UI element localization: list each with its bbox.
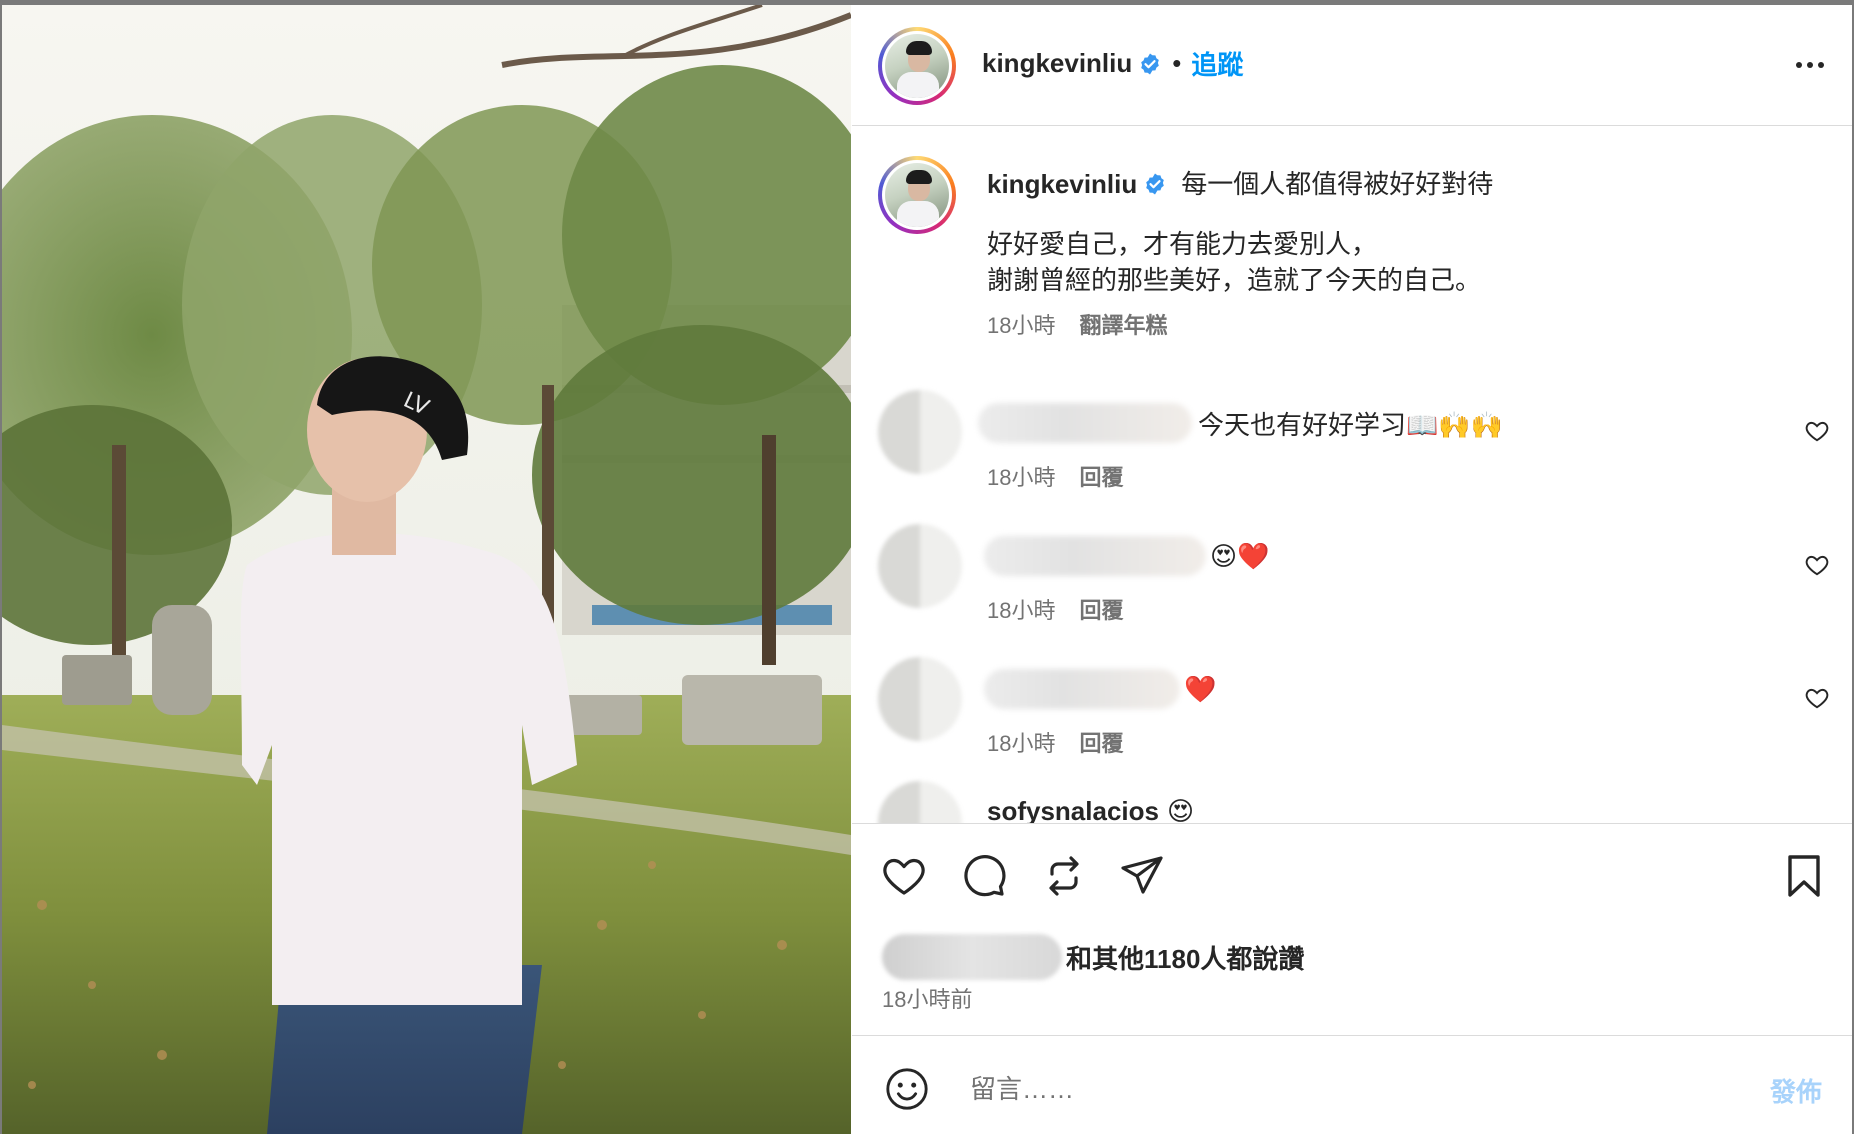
comment-row: 今天也有好好学习📖🙌🙌 [978,403,1503,443]
post-photo[interactable]: LV [2,5,851,1134]
comment-like-heart-icon[interactable] [1804,685,1830,711]
commenter-username-blurred[interactable] [978,403,1192,443]
caption-headline: 每一個人都值得被好好對待 [1181,169,1494,199]
like-heart-icon[interactable] [880,852,928,900]
likes-count-text: 和其他1180人都說讚 [1066,943,1305,974]
caption-time: 18小時 [987,313,1056,338]
post-time: 18小時前 [882,987,973,1012]
repost-icon[interactable] [1040,852,1088,900]
liker-avatars-blurred [882,934,1062,980]
comments-list[interactable]: kingkevinliu 每一個人都值得被好好對待 好好愛自己，才有能力去愛別人… [852,126,1852,823]
commenter-avatar[interactable] [878,657,962,741]
comment-row: ❤️ [984,669,1216,709]
more-options-button[interactable] [1788,45,1832,85]
comment-time: 18小時 [987,598,1056,623]
comment-time: 18小時 [987,731,1056,756]
post-header: kingkevinliu • 追蹤 [852,5,1852,126]
emoji-smiley-icon[interactable] [884,1066,930,1112]
commenter-avatar[interactable] [878,390,962,474]
caption-author-avatar[interactable] [878,156,956,234]
comment-composer: 發佈 [852,1035,1852,1134]
commenter-username-blurred[interactable] [984,669,1180,709]
caption-line-2: 謝謝曾經的那些美好，造就了今天的自己。 [987,265,1482,295]
comment-text: 今天也有好好学习📖🙌🙌 [1198,409,1504,440]
comment-time: 18小時 [987,465,1056,490]
post-actions: 和其他1180人都說讚 18小時前 [852,823,1852,1036]
verified-badge-icon [1146,173,1165,195]
commenter-username-blurred[interactable] [984,536,1206,576]
comment-row: sofysnalacios 😍 [987,796,1194,823]
post-comment-button[interactable]: 發佈 [1770,1072,1822,1109]
comment-row: 😍❤️ [984,536,1269,576]
commenter-avatar[interactable] [878,524,962,608]
commenter-avatar[interactable] [878,781,962,823]
share-send-icon[interactable] [1118,852,1166,900]
verified-badge-icon [1141,53,1160,74]
post-modal: LV kingkevinliu • 追蹤 kingkevinliu 每一個人都值… [2,5,1852,1134]
save-bookmark-icon[interactable] [1780,852,1828,900]
post-side-panel: kingkevinliu • 追蹤 kingkevinliu 每一個人都值得被好… [852,5,1852,1134]
likes-summary[interactable]: 和其他1180人都說讚 [882,934,1304,980]
separator-dot: • [1172,48,1182,78]
caption: kingkevinliu 每一個人都值得被好好對待 好好愛自己，才有能力去愛別人… [987,166,1807,344]
reply-button[interactable]: 回覆 [1079,465,1123,490]
reply-button[interactable]: 回覆 [1079,731,1123,756]
caption-line-1: 好好愛自己，才有能力去愛別人， [987,229,1378,259]
author-avatar[interactable] [878,27,956,105]
comment-bubble-icon[interactable] [960,852,1008,900]
comment-text: 😍❤️ [1210,540,1270,571]
translate-button[interactable]: 翻譯年糕 [1079,313,1167,338]
comment-like-heart-icon[interactable] [1804,552,1830,578]
caption-username[interactable]: kingkevinliu [987,166,1137,202]
author-username[interactable]: kingkevinliu [982,48,1132,79]
reply-button[interactable]: 回覆 [1079,598,1123,623]
more-horizontal-icon [1796,62,1802,68]
comment-text: ❤️ [1184,673,1217,704]
follow-button[interactable]: 追蹤 [1191,45,1243,82]
comment-like-heart-icon[interactable] [1804,418,1830,444]
comment-input[interactable] [968,1066,1672,1112]
comment-text: 😍 [1166,796,1195,823]
commenter-username[interactable]: sofysnalacios [987,796,1159,823]
